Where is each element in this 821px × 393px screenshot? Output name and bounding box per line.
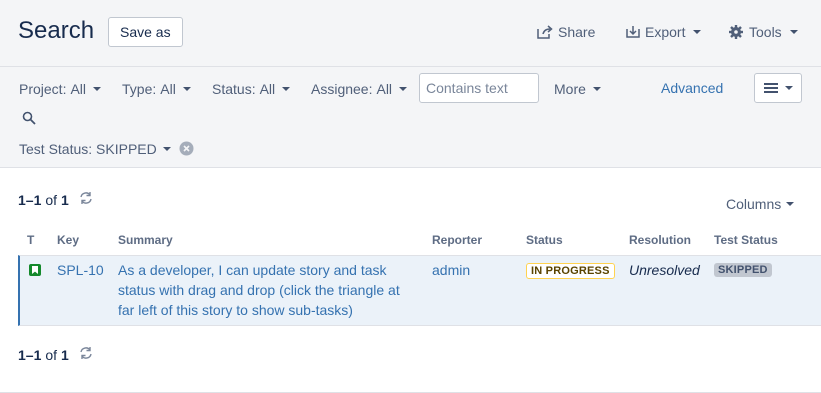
column-header-status[interactable]: Status: [526, 233, 563, 247]
contains-text-input[interactable]: [419, 73, 539, 103]
save-as-button[interactable]: Save as: [108, 17, 183, 47]
filter-bar: Project: All Type: All Status: All Assig…: [0, 67, 821, 168]
chevron-down-icon: [784, 86, 793, 90]
resolution-value: Unresolved: [629, 262, 700, 278]
status-filter-label: Status:: [212, 81, 256, 97]
column-header-resolution[interactable]: Resolution: [629, 233, 691, 247]
export-label: Export: [645, 24, 686, 40]
status-badge: IN PROGRESS: [526, 263, 615, 279]
column-header-key[interactable]: Key: [57, 233, 79, 247]
search-icon[interactable]: [22, 111, 36, 128]
test-status-badge: SKIPPED: [714, 263, 772, 277]
issue-summary-link[interactable]: As a developer, I can update story and t…: [118, 260, 418, 320]
more-filter[interactable]: More: [554, 81, 601, 97]
chevron-down-icon: [399, 87, 408, 91]
test-status-filter[interactable]: Test Status: SKIPPED: [19, 141, 171, 157]
results-of: of: [45, 346, 58, 363]
results-count-bottom: 1–1 of 1: [18, 346, 93, 363]
issue-key-link[interactable]: SPL-10: [57, 260, 104, 280]
chevron-down-icon: [693, 30, 702, 34]
assignee-filter[interactable]: Assignee: All: [311, 81, 408, 97]
story-icon: [29, 264, 41, 276]
chevron-down-icon: [282, 87, 291, 91]
column-header-summary[interactable]: Summary: [118, 233, 173, 247]
export-button[interactable]: Export: [626, 24, 702, 40]
project-filter[interactable]: Project: All: [19, 81, 102, 97]
type-filter-value: All: [160, 81, 176, 97]
advanced-search-link[interactable]: Advanced: [661, 80, 723, 96]
project-filter-label: Project:: [19, 81, 67, 97]
tools-button[interactable]: Tools: [728, 24, 798, 40]
share-label: Share: [558, 24, 596, 40]
reporter-link[interactable]: admin: [432, 260, 470, 280]
test-status-filter-label: Test Status: SKIPPED: [19, 141, 157, 157]
project-filter-value: All: [70, 81, 87, 97]
status-filter-value: All: [259, 81, 276, 97]
results-of: of: [45, 191, 58, 208]
export-icon: [626, 25, 640, 39]
gear-icon: [728, 24, 744, 40]
assignee-filter-label: Assignee:: [311, 81, 373, 97]
list-icon: [763, 80, 778, 96]
share-button[interactable]: Share: [537, 24, 595, 40]
column-header-reporter[interactable]: Reporter: [432, 233, 482, 247]
refresh-icon[interactable]: [79, 346, 93, 363]
columns-button[interactable]: Columns: [726, 196, 795, 212]
tools-label: Tools: [749, 24, 782, 40]
status-filter[interactable]: Status: All: [212, 81, 291, 97]
summary-line: As a developer, I can update story and t…: [118, 262, 387, 278]
column-header-test-status[interactable]: Test Status: [714, 233, 778, 247]
type-filter[interactable]: Type: All: [122, 81, 191, 97]
share-icon: [537, 25, 553, 39]
chevron-down-icon: [93, 87, 102, 91]
refresh-icon[interactable]: [79, 191, 93, 208]
results-count-top: 1–1 of 1: [18, 191, 93, 208]
columns-label: Columns: [726, 196, 782, 212]
chevron-down-icon: [592, 87, 601, 91]
results-total: 1: [61, 346, 69, 363]
chevron-down-icon: [789, 30, 798, 34]
clear-filter-icon[interactable]: [179, 141, 194, 159]
chevron-down-icon: [162, 147, 171, 151]
type-filter-label: Type:: [122, 81, 157, 97]
results-range: 1–1: [18, 346, 42, 363]
page-title: Search: [18, 17, 95, 44]
summary-line: far left of this story to show sub-tasks…: [118, 302, 353, 318]
results-total: 1: [61, 191, 69, 208]
results-range: 1–1: [18, 191, 42, 208]
search-header: Search Save as Share Export Tools: [0, 0, 821, 67]
chevron-down-icon: [182, 87, 191, 91]
layout-switcher-button[interactable]: [754, 73, 802, 103]
column-header-type[interactable]: T: [27, 233, 34, 247]
summary-line: status with drag and drop (click the tri…: [118, 282, 400, 298]
more-filter-label: More: [554, 81, 586, 97]
chevron-down-icon: [786, 202, 795, 206]
assignee-filter-value: All: [376, 81, 393, 97]
